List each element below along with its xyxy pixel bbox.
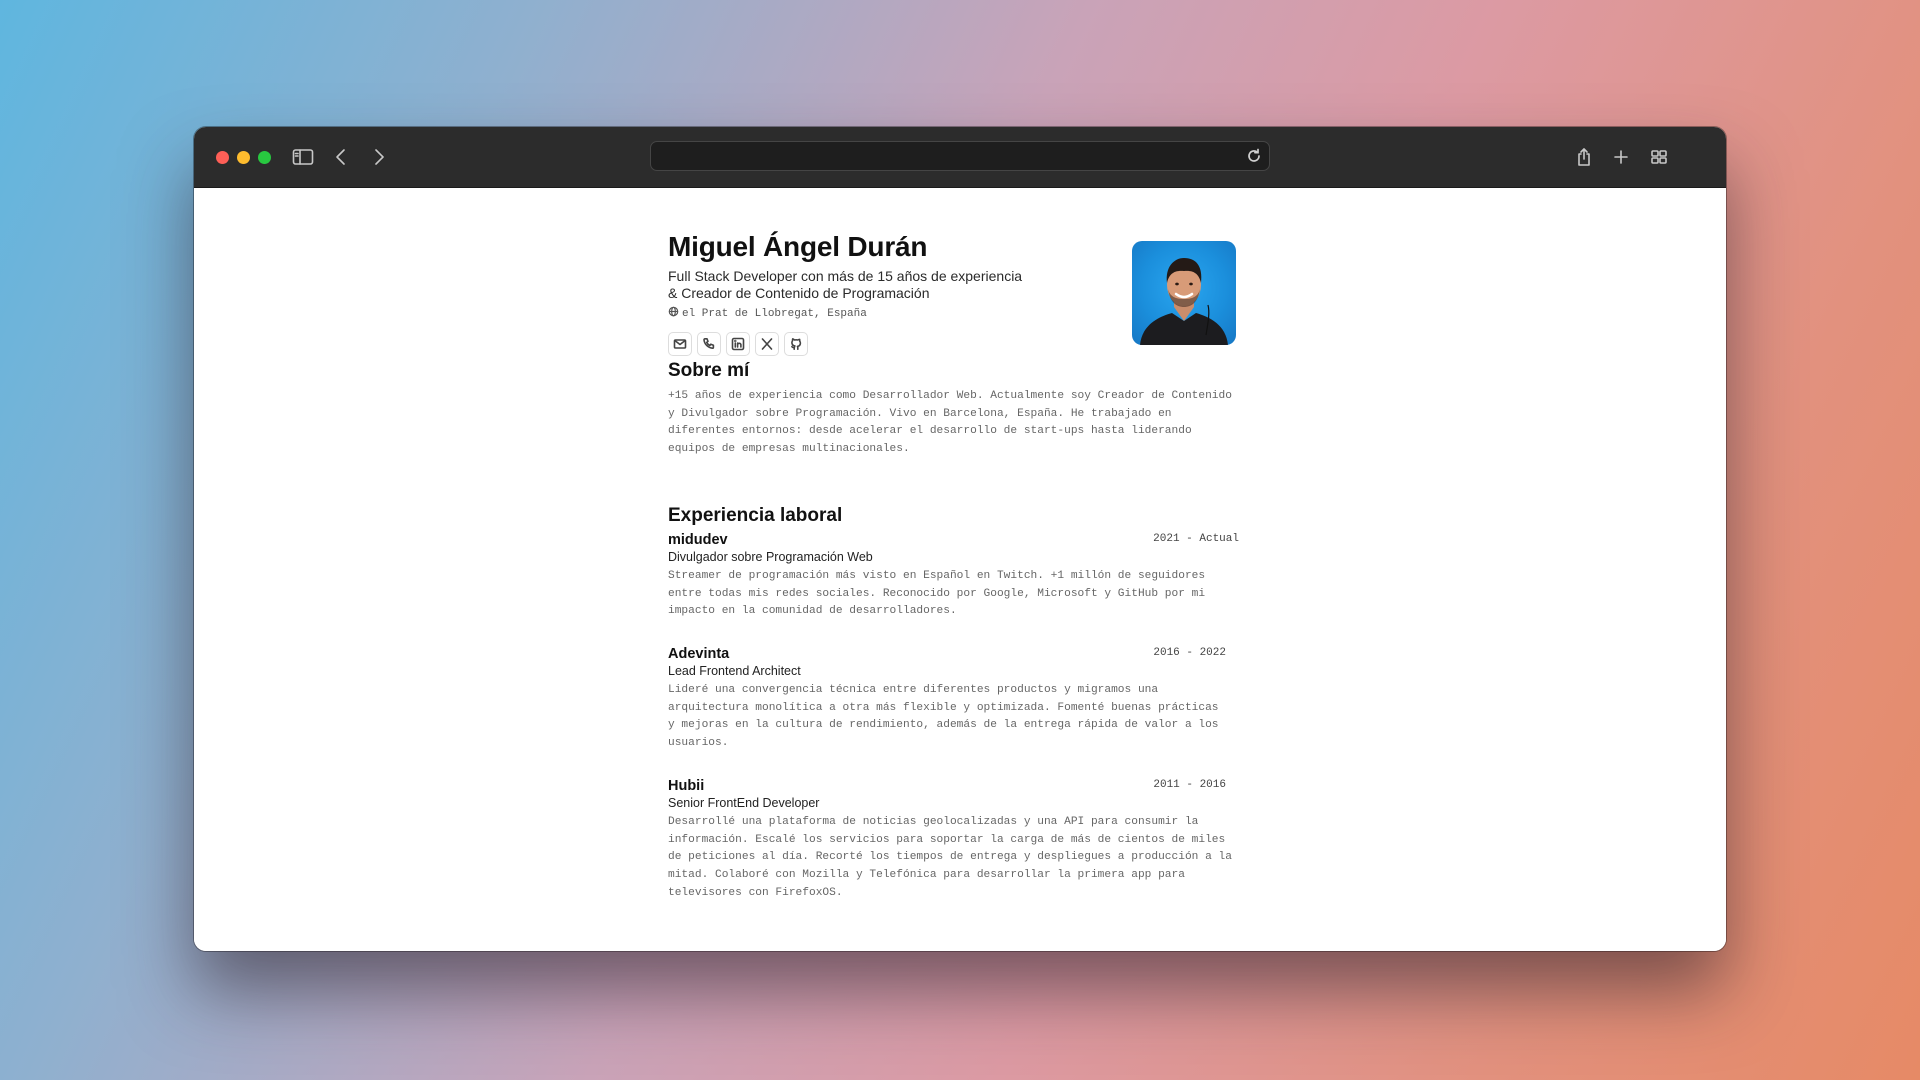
new-tab-icon[interactable] <box>1608 144 1634 170</box>
social-links <box>668 332 808 356</box>
profile-name: Miguel Ángel Durán <box>668 231 928 262</box>
sidebar-icon[interactable] <box>290 144 316 170</box>
globe-icon <box>668 306 679 321</box>
share-icon[interactable] <box>1571 144 1597 170</box>
minimize-window-button[interactable] <box>237 151 250 164</box>
location-text: el Prat de Llobregat, España <box>682 307 867 320</box>
job-company: Hubii <box>668 778 705 794</box>
phone-icon[interactable] <box>697 332 721 356</box>
reload-icon[interactable] <box>1245 147 1263 165</box>
about-text: +15 años de experiencia como Desarrollad… <box>668 390 1232 456</box>
job-description: Streamer de programación más visto en Es… <box>668 570 1206 618</box>
tab-overview-icon[interactable] <box>1646 144 1672 170</box>
job-company: Adevinta <box>668 646 730 662</box>
job-dates: 2011 - 2016 <box>1153 779 1226 791</box>
about-heading: Sobre mí <box>668 360 750 381</box>
profile-avatar <box>1132 241 1236 345</box>
linkedin-icon[interactable] <box>726 332 750 356</box>
browser-window: Miguel Ángel Durán Full Stack Developer … <box>194 127 1726 951</box>
job-role: Divulgador sobre Programación Web <box>668 550 873 564</box>
experience-heading: Experiencia laboral <box>668 505 843 526</box>
profile-tagline: Full Stack Developer con más de 15 años … <box>668 268 1023 301</box>
profile-location[interactable]: el Prat de Llobregat, España <box>668 306 867 321</box>
browser-toolbar <box>194 127 1726 188</box>
job-role: Senior FrontEnd Developer <box>668 796 820 810</box>
job-dates: 2021 - Actual <box>1153 533 1239 545</box>
page-content: Miguel Ángel Durán Full Stack Developer … <box>194 188 1726 951</box>
github-icon[interactable] <box>784 332 808 356</box>
job-description: Desarrollé una plataforma de noticias ge… <box>668 816 1232 899</box>
close-window-button[interactable] <box>216 151 229 164</box>
job-description: Lideré una convergencia técnica entre di… <box>668 684 1219 750</box>
job-company: midudev <box>668 532 728 548</box>
x-icon[interactable] <box>755 332 779 356</box>
job-role: Lead Frontend Architect <box>668 664 801 678</box>
maximize-window-button[interactable] <box>258 151 271 164</box>
address-bar[interactable] <box>650 141 1270 171</box>
forward-icon[interactable] <box>366 144 392 170</box>
back-icon[interactable] <box>328 144 354 170</box>
mail-icon[interactable] <box>668 332 692 356</box>
job-dates: 2016 - 2022 <box>1153 647 1226 659</box>
